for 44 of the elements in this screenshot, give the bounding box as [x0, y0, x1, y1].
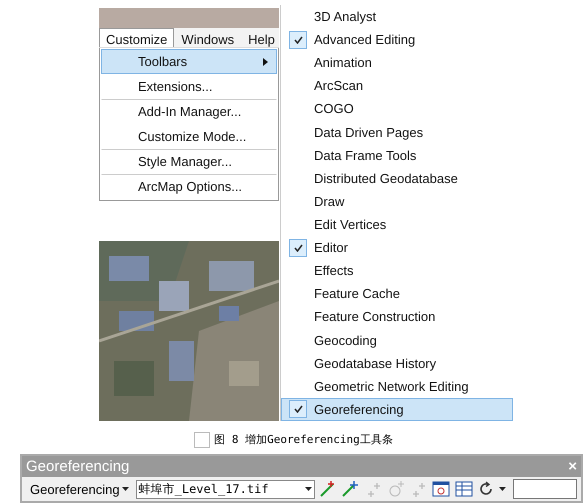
menu-item[interactable]: Toolbars — [101, 49, 277, 74]
menu-item[interactable]: Customize — [99, 28, 174, 47]
toolbar-title: Georeferencing — [26, 458, 130, 475]
submenu-item[interactable]: Effects — [281, 259, 513, 282]
submenu-item[interactable]: Edit Vertices — [281, 212, 513, 236]
submenu-item[interactable]: Draw — [281, 190, 513, 213]
submenu-item[interactable]: Geodatabase History — [281, 352, 513, 375]
menu-item[interactable]: Help — [241, 28, 279, 47]
submenu-item[interactable]: Animation — [281, 51, 513, 74]
submenu-item[interactable]: Geometric Network Editing — [281, 374, 513, 398]
submenu-item[interactable]: Feature Construction — [281, 305, 513, 329]
input-field[interactable] — [513, 479, 577, 499]
caret-icon — [304, 486, 312, 492]
layer-dropdown[interactable]: 蚌埠市_Level_17.tif — [136, 480, 315, 498]
caret-icon — [122, 486, 129, 492]
submenu-item[interactable]: Editor — [281, 236, 513, 260]
submenu-item[interactable]: Feature Cache — [281, 282, 513, 306]
figure-caption: 图 8 增加Georeferencing工具条 — [214, 432, 393, 447]
submenu-item[interactable]: Advanced Editing — [281, 28, 513, 52]
control-point-icon — [318, 480, 337, 498]
submenu-item[interactable]: 3D Analyst — [281, 5, 513, 28]
submenu-item[interactable]: Data Driven Pages — [281, 120, 513, 144]
menu-item[interactable]: ArcMap Options... — [101, 174, 277, 199]
submenu-item[interactable]: Geocoding — [281, 328, 513, 352]
caret-icon — [499, 486, 506, 492]
target-icon — [386, 480, 405, 498]
image-placeholder-icon — [194, 432, 210, 448]
submenu-item[interactable]: Data Frame Tools — [281, 144, 513, 167]
magic-wand-icon — [341, 480, 360, 498]
submenu-item[interactable]: Distributed Geodatabase — [281, 166, 513, 190]
menu-item[interactable]: Add-In Manager... — [101, 99, 277, 124]
viewer-icon — [432, 480, 450, 498]
tool-button[interactable] — [340, 479, 360, 499]
georeferencing-menu-button[interactable]: Georeferencing — [26, 482, 133, 496]
tool-button[interactable] — [454, 479, 474, 499]
menu-item[interactable]: Windows — [174, 28, 242, 47]
submenu-item[interactable]: COGO — [281, 97, 513, 121]
menu-item[interactable]: Extensions... — [101, 74, 277, 99]
menu-item[interactable]: Customize Mode... — [101, 124, 277, 149]
submenu-item[interactable]: ArcScan — [281, 74, 513, 98]
tool-button[interactable] — [431, 479, 451, 499]
table-icon — [454, 480, 473, 498]
menu-item[interactable]: Style Manager... — [101, 149, 277, 174]
submenu-item[interactable]: Georeferencing — [281, 398, 513, 421]
